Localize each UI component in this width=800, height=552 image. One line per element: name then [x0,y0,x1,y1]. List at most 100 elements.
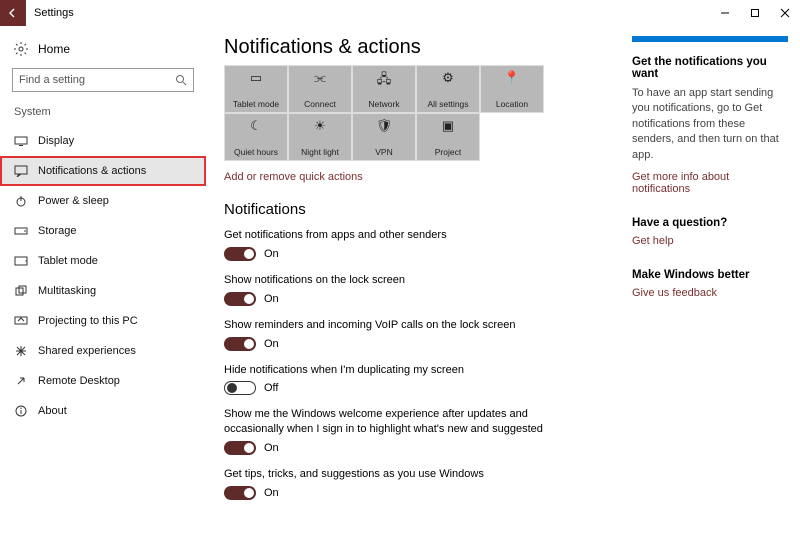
moon-icon: ☾ [250,118,262,136]
gear-icon [14,42,28,56]
sun-icon: ☀ [314,118,326,136]
back-button[interactable] [0,0,26,26]
sidebar-item-storage[interactable]: Storage [0,216,206,246]
setting-label: Show notifications on the lock screen [224,273,554,288]
sidebar-item-remote[interactable]: Remote Desktop [0,366,206,396]
blue-accent-bar [632,36,788,42]
toggle-hide-duplicating[interactable] [224,381,256,395]
sidebar-item-projecting[interactable]: Projecting to this PC [0,306,206,336]
toggle-lock-screen[interactable] [224,292,256,306]
quick-action-location[interactable]: 📍Location [480,65,544,113]
sidebar-item-label: Storage [38,225,77,237]
location-icon: 📍 [504,70,520,88]
quick-action-quiet-hours[interactable]: ☾Quiet hours [224,113,288,161]
search-icon [175,74,187,86]
more-info-link[interactable]: Get more info about notifications [632,171,788,195]
toggle-welcome-experience[interactable] [224,441,256,455]
setting-label: Show me the Windows welcome experience a… [224,407,554,437]
sidebar-item-label: Tablet mode [38,255,98,267]
search-placeholder: Find a setting [19,74,85,86]
toggle-state: On [264,293,279,305]
main-content: Notifications & actions ▭Tablet mode ⫘Co… [206,26,628,552]
sidebar-item-label: Multitasking [38,285,96,297]
toggle-state: On [264,338,279,350]
setting-label: Get tips, tricks, and suggestions as you… [224,467,554,482]
search-input[interactable]: Find a setting [12,68,194,92]
sidebar-item-multitasking[interactable]: Multitasking [0,276,206,306]
connect-icon: ⫘ [314,70,326,88]
sidebar-item-label: Remote Desktop [38,375,120,387]
shared-icon [14,344,28,358]
sidebar-item-label: Notifications & actions [38,165,146,177]
right-rail: Get the notifications you want To have a… [628,26,800,552]
notifications-heading: Notifications [224,201,616,218]
arrow-left-icon [7,7,19,19]
setting-reminders-voip: Show reminders and incoming VoIP calls o… [224,318,616,351]
toggle-state: On [264,248,279,260]
sidebar-item-label: Projecting to this PC [38,315,138,327]
power-icon [14,194,28,208]
tablet-icon [14,254,28,268]
right-notif-body: To have an app start sending you notific… [632,86,788,163]
shield-icon: 🛡 [376,118,393,136]
project-icon: ▣ [442,118,454,136]
projecting-icon [14,314,28,328]
toggle-state: Off [264,382,278,394]
feedback-link[interactable]: Give us feedback [632,287,788,299]
sidebar-item-power[interactable]: Power & sleep [0,186,206,216]
sidebar-item-label: Shared experiences [38,345,136,357]
sidebar: Home Find a setting System Display Notif… [0,26,206,552]
maximize-button[interactable] [740,0,770,26]
sidebar-item-tablet[interactable]: Tablet mode [0,246,206,276]
sidebar-item-about[interactable]: About [0,396,206,426]
quick-action-network[interactable]: 🖧Network [352,65,416,113]
right-better-heading: Make Windows better [632,269,788,281]
toggle-tips[interactable] [224,486,256,500]
right-notif-heading: Get the notifications you want [632,56,788,80]
sidebar-item-label: About [38,405,67,417]
setting-welcome-experience: Show me the Windows welcome experience a… [224,407,616,455]
sidebar-home[interactable]: Home [0,36,206,68]
quick-actions-grid: ▭Tablet mode ⫘Connect 🖧Network ⚙All sett… [224,65,544,161]
sidebar-item-label: Display [38,135,74,147]
info-icon [14,404,28,418]
tablet-icon: ▭ [250,70,262,88]
quick-action-connect[interactable]: ⫘Connect [288,65,352,113]
add-remove-quick-actions-link[interactable]: Add or remove quick actions [224,171,616,183]
setting-apps-senders: Get notifications from apps and other se… [224,228,616,261]
sidebar-home-label: Home [38,42,70,56]
storage-icon [14,224,28,238]
gear-icon: ⚙ [442,70,454,88]
caption-buttons [710,0,800,26]
toggle-state: On [264,487,279,499]
network-icon: 🖧 [377,70,392,88]
quick-action-night-light[interactable]: ☀Night light [288,113,352,161]
setting-label: Show reminders and incoming VoIP calls o… [224,318,554,333]
setting-hide-duplicating: Hide notifications when I'm duplicating … [224,363,616,396]
quick-action-tablet-mode[interactable]: ▭Tablet mode [224,65,288,113]
toggle-reminders-voip[interactable] [224,337,256,351]
close-button[interactable] [770,0,800,26]
quick-action-vpn[interactable]: 🛡VPN [352,113,416,161]
setting-label: Hide notifications when I'm duplicating … [224,363,554,378]
titlebar: Settings [0,0,800,26]
toggle-apps-senders[interactable] [224,247,256,261]
setting-lock-screen: Show notifications on the lock screen On [224,273,616,306]
right-question-heading: Have a question? [632,217,788,229]
sidebar-item-shared[interactable]: Shared experiences [0,336,206,366]
sidebar-item-display[interactable]: Display [0,126,206,156]
window-title: Settings [26,7,74,19]
sidebar-section-label: System [0,106,206,126]
get-help-link[interactable]: Get help [632,235,788,247]
page-title: Notifications & actions [224,36,616,59]
sidebar-item-label: Power & sleep [38,195,109,207]
display-icon [14,134,28,148]
sidebar-item-notifications[interactable]: Notifications & actions [0,156,206,186]
multitasking-icon [14,284,28,298]
quick-action-all-settings[interactable]: ⚙All settings [416,65,480,113]
toggle-state: On [264,442,279,454]
remote-icon [14,374,28,388]
notification-icon [14,164,28,178]
minimize-button[interactable] [710,0,740,26]
quick-action-project[interactable]: ▣Project [416,113,480,161]
